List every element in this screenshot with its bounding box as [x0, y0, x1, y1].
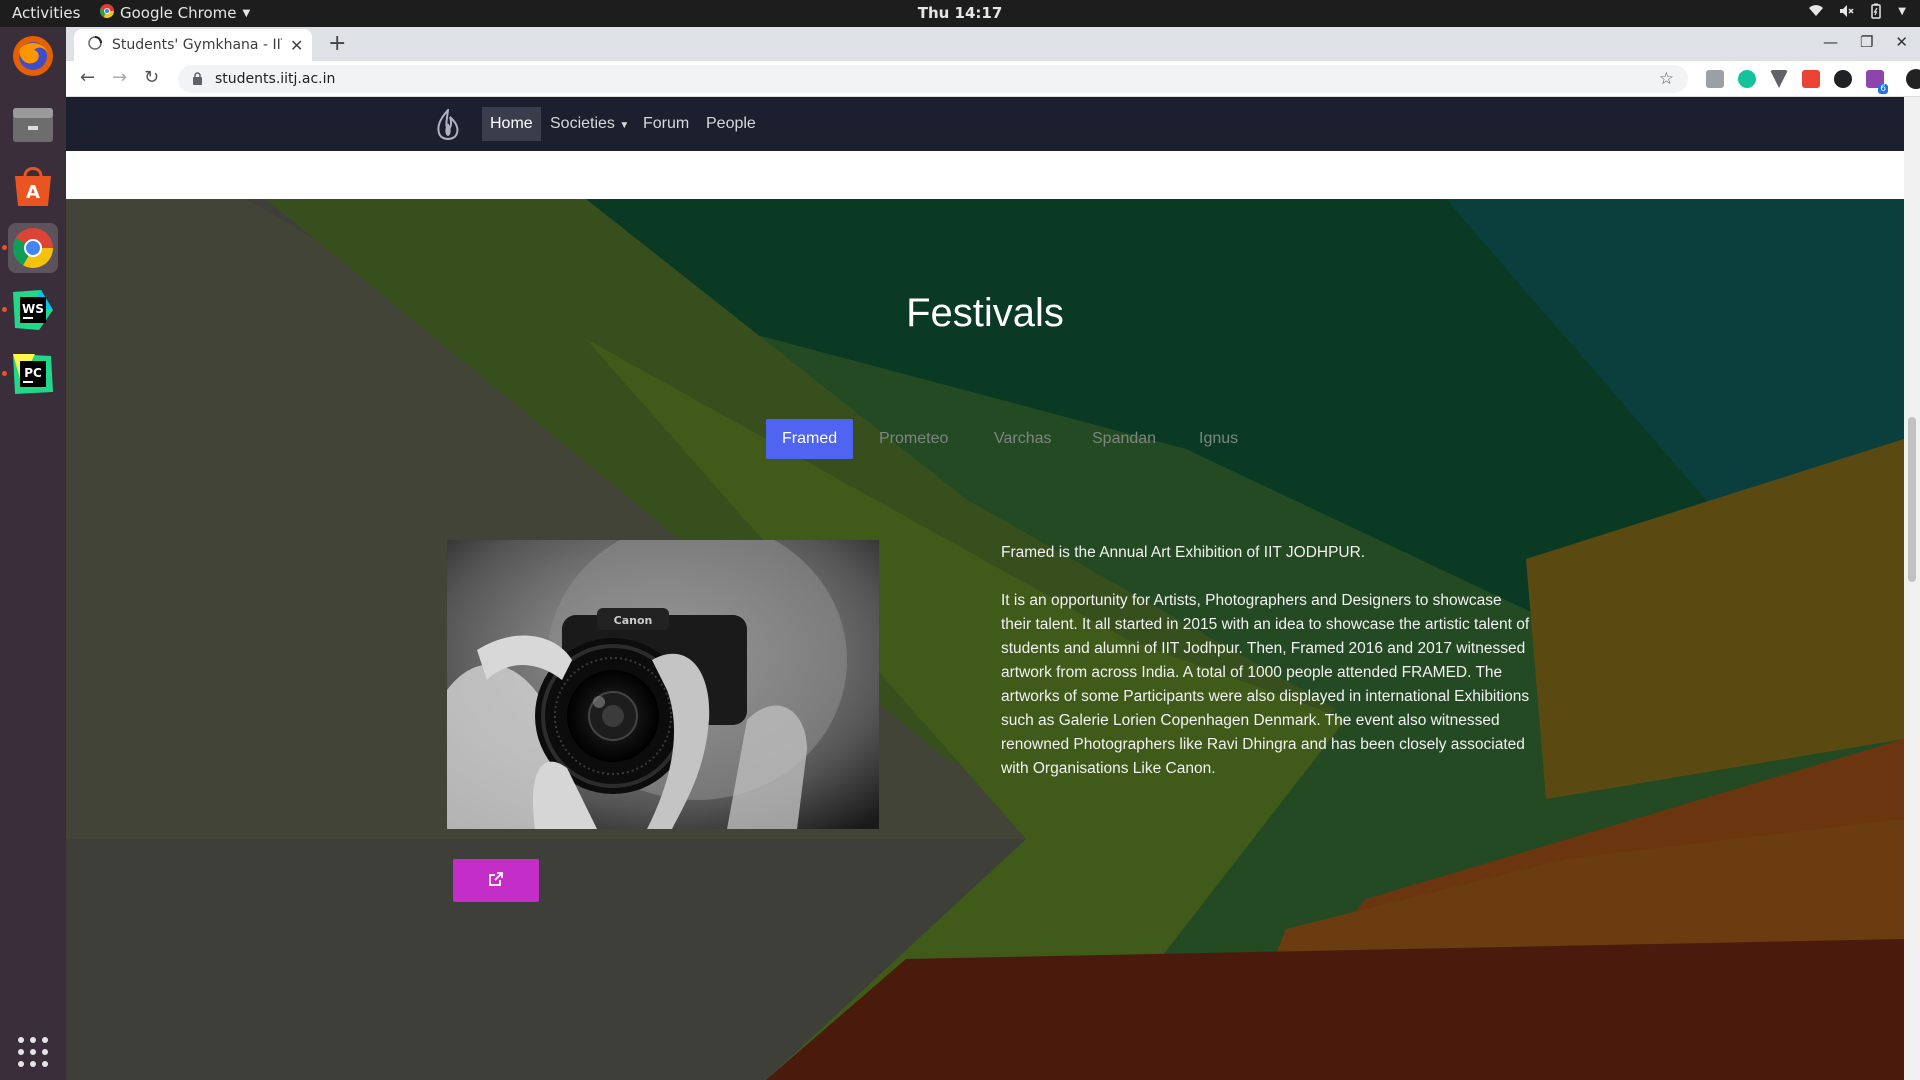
firefox-icon[interactable] [8, 31, 58, 81]
reload-icon[interactable]: ↻ [144, 67, 159, 88]
minimize-icon[interactable]: — [1823, 33, 1838, 51]
extension-grid-icon[interactable] [1802, 70, 1820, 88]
battery-icon [1868, 3, 1884, 19]
webstorm-icon[interactable]: WS [8, 285, 58, 335]
volume-muted-icon [1838, 3, 1854, 19]
back-icon[interactable]: ← [80, 67, 95, 88]
url-text: students.iitj.ac.in [215, 71, 336, 87]
dock: A WS PC [0, 27, 66, 1080]
chrome-icon[interactable] [8, 223, 58, 273]
close-window-icon[interactable]: ✕ [1895, 33, 1908, 51]
festival-photo: Canon [447, 540, 879, 829]
browser-window: Students' Gymkhana - IIT ✕ + — ❐ ✕ ← → ↻… [66, 27, 1920, 1080]
external-link-icon [488, 871, 504, 891]
site-navbar: Home Societies ▼ Forum People [66, 97, 1904, 151]
wifi-icon [1808, 3, 1824, 19]
tab-prometeo[interactable]: Prometeo [863, 419, 964, 459]
svg-text:A: A [26, 182, 40, 203]
tab-spandan[interactable]: Spandan [1076, 419, 1172, 459]
svg-text:WS: WS [22, 302, 44, 316]
description-body: It is an opportunity for Artists, Photog… [1001, 592, 1530, 777]
tab-strip: Students' Gymkhana - IIT ✕ + — ❐ ✕ [66, 27, 1920, 61]
system-top-bar: Activities Google Chrome ▼ Thu 14:17 ▼ [0, 0, 1920, 27]
running-indicator [2, 307, 7, 312]
extension-send-icon[interactable]: 6 [1866, 70, 1888, 94]
flame-logo-icon[interactable] [436, 106, 460, 147]
section-title: Festivals [906, 291, 1064, 335]
extensions-area: 6 ⋮ [1706, 69, 1920, 94]
address-bar[interactable]: students.iitj.ac.in ☆ [178, 65, 1688, 93]
tab-varchas[interactable]: Varchas [978, 419, 1068, 459]
festival-description: Framed is the Annual Art Exhibition of I… [1001, 541, 1531, 805]
profile-avatar[interactable] [1906, 69, 1920, 89]
camera-brand-text: Canon [614, 614, 653, 627]
lock-icon [192, 70, 203, 89]
forward-icon[interactable]: → [112, 67, 127, 88]
window-controls: — ❐ ✕ [1823, 33, 1908, 51]
restore-icon[interactable]: ❐ [1860, 33, 1873, 51]
grammarly-icon[interactable] [1738, 70, 1756, 88]
running-indicator [2, 245, 7, 250]
app-grid-icon[interactable] [8, 1027, 58, 1077]
external-link-button[interactable] [453, 859, 539, 902]
software-icon[interactable]: A [8, 161, 58, 211]
extension-bird-icon[interactable] [1834, 70, 1852, 88]
tab-framed[interactable]: Framed [766, 419, 854, 459]
new-tab-button[interactable]: + [328, 31, 346, 56]
nav-societies-link[interactable]: Societies ▼ [542, 107, 637, 141]
festival-tabs: Framed Prometeo Varchas Spandan Ignus [66, 419, 1904, 459]
browser-tab[interactable]: Students' Gymkhana - IIT ✕ [74, 29, 312, 61]
page-viewport: Home Societies ▼ Forum People Festivals … [66, 97, 1920, 1080]
description-intro: Framed is the Annual Art Exhibition of I… [1001, 544, 1366, 561]
scrollbar-thumb[interactable] [1908, 417, 1916, 582]
tab-ignus[interactable]: Ignus [1183, 419, 1254, 459]
running-indicator [2, 371, 7, 376]
tab-favicon-icon [88, 36, 102, 54]
chevron-down-icon: ▼ [1898, 5, 1906, 17]
browser-toolbar: ← → ↻ students.iitj.ac.in ☆ 6 ⋮ [66, 61, 1920, 97]
nav-people-link[interactable]: People [698, 107, 764, 141]
system-tray[interactable]: ▼ [1808, 3, 1906, 19]
bookmark-star-icon[interactable]: ☆ [1659, 69, 1674, 89]
extension-v-icon[interactable] [1770, 70, 1788, 88]
extension-badge: 6 [1878, 84, 1888, 94]
caret-down-icon: ▼ [619, 120, 630, 131]
extension-bookmark-icon[interactable] [1706, 70, 1724, 88]
page-scrollbar[interactable] [1904, 97, 1920, 1080]
nav-societies-label: Societies [550, 115, 615, 132]
nav-forum-link[interactable]: Forum [635, 107, 697, 141]
tab-title: Students' Gymkhana - IIT [112, 37, 282, 53]
svg-text:PC: PC [24, 366, 42, 380]
clock[interactable]: Thu 14:17 [0, 4, 1920, 22]
files-icon[interactable] [8, 99, 58, 149]
festivals-section: Festivals Framed Prometeo Varchas Spanda… [66, 199, 1904, 1080]
close-tab-icon[interactable]: ✕ [290, 36, 303, 55]
nav-home-link[interactable]: Home [482, 107, 541, 141]
pycharm-icon[interactable]: PC [8, 349, 58, 399]
